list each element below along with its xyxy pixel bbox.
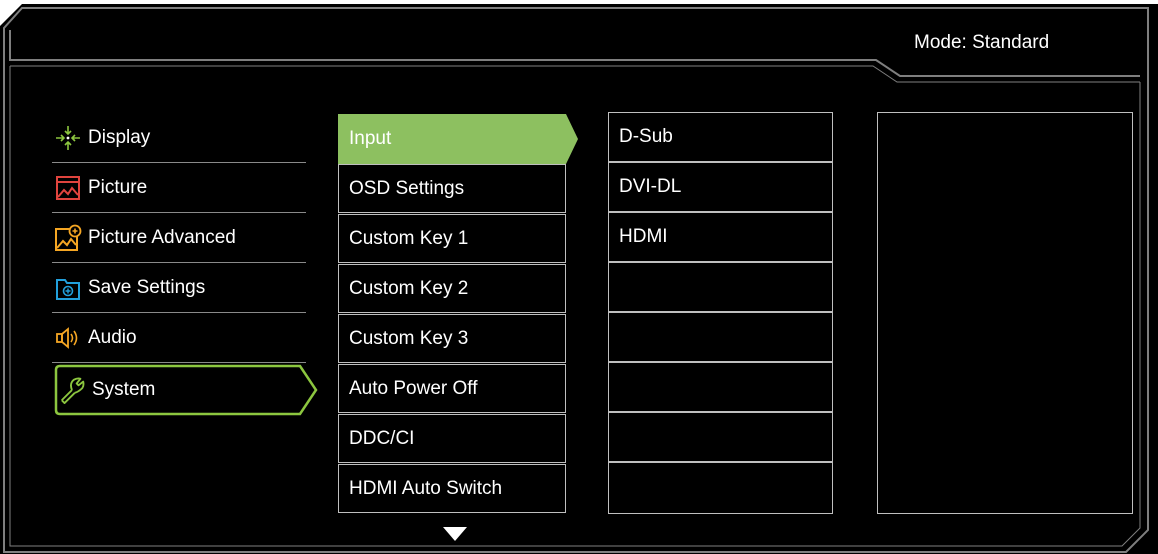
menu-item-label: Audio <box>88 327 137 348</box>
option-empty <box>608 362 833 412</box>
submenu-item-label: OSD Settings <box>349 177 465 199</box>
submenu-item-auto-power-off[interactable]: Auto Power Off <box>338 364 566 413</box>
detail-panel <box>877 112 1133 514</box>
submenu-item-input[interactable]: Input <box>338 114 566 163</box>
menu-item-label: Picture Advanced <box>88 227 236 248</box>
option-label: DVI-DL <box>619 176 682 197</box>
menu-item-label: Display <box>88 127 151 148</box>
option-empty <box>608 462 833 514</box>
divider <box>52 362 306 363</box>
menu-item-display[interactable]: Display <box>52 114 306 162</box>
submenu-item-ddc-ci[interactable]: DDC/CI <box>338 414 566 463</box>
option-empty <box>608 412 833 462</box>
submenu-item-custom-key-1[interactable]: Custom Key 1 <box>338 214 566 263</box>
submenu-item-label: Input <box>349 127 392 149</box>
menu-item-label: System <box>92 379 156 400</box>
submenu-item-custom-key-3[interactable]: Custom Key 3 <box>338 314 566 363</box>
menu-item-label: Save Settings <box>88 277 206 298</box>
display-icon <box>54 124 82 152</box>
option-label: HDMI <box>619 226 668 247</box>
save-settings-icon <box>54 274 82 302</box>
menu-item-audio[interactable]: Audio <box>52 314 306 362</box>
picture-advanced-icon <box>54 224 82 252</box>
submenu-item-label: Custom Key 3 <box>349 327 469 349</box>
submenu-item-custom-key-2[interactable]: Custom Key 2 <box>338 264 566 313</box>
mode-label: Mode: Standard <box>914 32 1050 53</box>
option-hdmi[interactable]: HDMI <box>608 212 833 262</box>
option-dvi-dl[interactable]: DVI-DL <box>608 162 833 212</box>
divider <box>52 262 306 263</box>
menu-item-system[interactable]: System <box>56 366 296 414</box>
option-empty <box>608 312 833 362</box>
menu-item-label: Picture <box>88 177 148 198</box>
submenu-item-label: DDC/CI <box>349 427 415 449</box>
divider <box>52 212 306 213</box>
divider <box>52 162 306 163</box>
option-label: D-Sub <box>619 126 673 147</box>
submenu-item-hdmi-auto-switch[interactable]: HDMI Auto Switch <box>338 464 566 513</box>
menu-item-save-settings[interactable]: Save Settings <box>52 264 306 312</box>
option-d-sub[interactable]: D-Sub <box>608 112 833 162</box>
menu-item-picture[interactable]: Picture <box>52 164 306 212</box>
option-empty <box>608 262 833 312</box>
submenu-item-osd-settings[interactable]: OSD Settings <box>338 164 566 213</box>
divider <box>52 312 306 313</box>
menu-item-picture-advanced[interactable]: Picture Advanced <box>52 214 306 262</box>
system-wrench-icon <box>58 376 86 404</box>
picture-icon <box>54 174 82 202</box>
submenu-item-label: Auto Power Off <box>349 377 478 399</box>
submenu-item-label: HDMI Auto Switch <box>349 477 503 499</box>
scroll-down-arrow-icon[interactable] <box>442 526 468 542</box>
submenu-item-label: Custom Key 2 <box>349 277 469 299</box>
audio-icon <box>54 324 82 352</box>
submenu-item-label: Custom Key 1 <box>349 227 469 249</box>
